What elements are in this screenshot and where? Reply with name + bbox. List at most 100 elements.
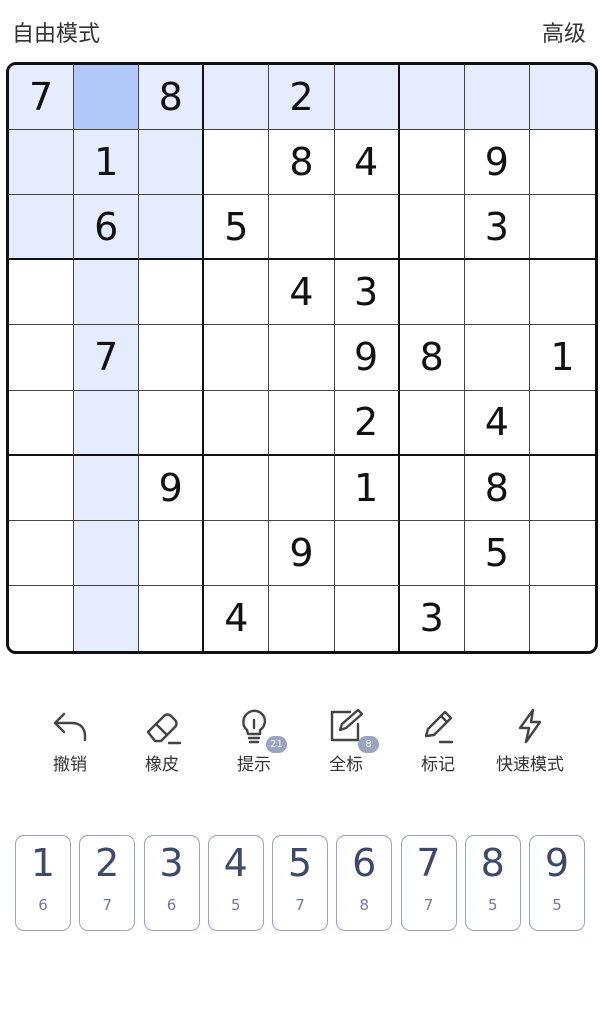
sudoku-cell-r9c5[interactable]	[269, 585, 335, 651]
sudoku-cell-r8c2[interactable]	[74, 520, 140, 586]
difficulty-label[interactable]: 高级	[542, 16, 586, 48]
sudoku-cell-r8c7[interactable]	[399, 520, 465, 586]
sudoku-cell-r6c6[interactable]: 2	[334, 390, 400, 456]
sudoku-cell-r5c8[interactable]	[464, 325, 530, 391]
sudoku-cell-r9c6[interactable]	[334, 585, 400, 651]
sudoku-cell-r6c9[interactable]	[529, 390, 595, 456]
sudoku-cell-r4c3[interactable]	[139, 260, 205, 326]
sudoku-cell-r4c2[interactable]	[74, 260, 140, 326]
sudoku-cell-r6c2[interactable]	[74, 390, 140, 456]
sudoku-cell-r8c4[interactable]	[204, 520, 270, 586]
sudoku-cell-r5c9[interactable]: 1	[529, 325, 595, 391]
sudoku-cell-r4c6[interactable]: 3	[334, 260, 400, 326]
sudoku-cell-r4c1[interactable]	[9, 260, 75, 326]
sudoku-cell-r6c1[interactable]	[9, 390, 75, 456]
sudoku-cell-r8c9[interactable]	[529, 520, 595, 586]
sudoku-cell-r3c5[interactable]	[269, 195, 335, 261]
sudoku-cell-r7c3[interactable]: 9	[139, 455, 205, 521]
sudoku-cell-r7c2[interactable]	[74, 455, 140, 521]
sudoku-cell-r5c1[interactable]	[9, 325, 75, 391]
sudoku-cell-r3c6[interactable]	[334, 195, 400, 261]
sudoku-cell-r7c1[interactable]	[9, 455, 75, 521]
sudoku-cell-r1c6[interactable]	[334, 65, 400, 131]
sudoku-cell-r6c3[interactable]	[139, 390, 205, 456]
sudoku-cell-r9c3[interactable]	[139, 585, 205, 651]
sudoku-cell-r7c6[interactable]: 1	[334, 455, 400, 521]
sudoku-cell-r2c4[interactable]	[204, 130, 270, 196]
sudoku-cell-r6c7[interactable]	[399, 390, 465, 456]
fast-mode-button[interactable]: 快速模式	[484, 706, 576, 786]
mode-label[interactable]: 自由模式	[12, 16, 100, 48]
sudoku-cell-r9c8[interactable]	[464, 585, 530, 651]
sudoku-cell-r1c4[interactable]	[204, 65, 270, 131]
sudoku-cell-r3c7[interactable]	[399, 195, 465, 261]
sudoku-cell-r7c8[interactable]: 8	[464, 455, 530, 521]
sudoku-cell-r7c4[interactable]	[204, 455, 270, 521]
sudoku-cell-r3c1[interactable]	[9, 195, 75, 261]
sudoku-cell-r5c4[interactable]	[204, 325, 270, 391]
sudoku-cell-r2c3[interactable]	[139, 130, 205, 196]
sudoku-cell-r3c4[interactable]: 5	[204, 195, 270, 261]
number-key-4[interactable]: 45	[207, 835, 264, 931]
eraser-button[interactable]: 橡皮	[116, 706, 208, 786]
sudoku-cell-r4c9[interactable]	[529, 260, 595, 326]
sudoku-cell-r4c5[interactable]: 4	[269, 260, 335, 326]
sudoku-cell-r2c9[interactable]	[529, 130, 595, 196]
number-key-6[interactable]: 68	[336, 835, 393, 931]
sudoku-cell-r1c9[interactable]	[529, 65, 595, 131]
sudoku-cell-r4c4[interactable]	[204, 260, 270, 326]
sudoku-cell-r9c9[interactable]	[529, 585, 595, 651]
sudoku-cell-r1c3[interactable]: 8	[139, 65, 205, 131]
sudoku-cell-r2c6[interactable]: 4	[334, 130, 400, 196]
sudoku-cell-r4c8[interactable]	[464, 260, 530, 326]
sudoku-cell-r5c7[interactable]: 8	[399, 325, 465, 391]
number-key-3[interactable]: 36	[143, 835, 200, 931]
number-key-8[interactable]: 85	[464, 835, 521, 931]
sudoku-cell-r7c9[interactable]	[529, 455, 595, 521]
sudoku-cell-r5c5[interactable]	[269, 325, 335, 391]
sudoku-cell-r5c6[interactable]: 9	[334, 325, 400, 391]
sudoku-cell-r8c1[interactable]	[9, 520, 75, 586]
sudoku-cell-r6c8[interactable]: 4	[464, 390, 530, 456]
sudoku-cell-r4c7[interactable]	[399, 260, 465, 326]
sudoku-cell-r2c2[interactable]: 1	[74, 130, 140, 196]
sudoku-cell-r3c8[interactable]: 3	[464, 195, 530, 261]
sudoku-cell-r3c2[interactable]: 6	[74, 195, 140, 261]
hint-button[interactable]: 21 提示	[208, 706, 300, 786]
number-key-5[interactable]: 57	[272, 835, 328, 931]
mark-all-button[interactable]: 8 全标	[300, 706, 392, 786]
sudoku-cell-r8c5[interactable]: 9	[269, 520, 335, 586]
undo-button[interactable]: 撤销	[24, 706, 116, 786]
sudoku-cell-r9c2[interactable]	[74, 585, 140, 651]
number-key-9[interactable]: 95	[529, 835, 585, 931]
sudoku-cell-r1c5[interactable]: 2	[269, 65, 335, 131]
sudoku-cell-r8c8[interactable]: 5	[464, 520, 530, 586]
sudoku-cell-r8c6[interactable]	[334, 520, 400, 586]
sudoku-cell-r5c2[interactable]: 7	[74, 325, 140, 391]
sudoku-cell-r2c5[interactable]: 8	[269, 130, 335, 196]
sudoku-cell-r2c1[interactable]	[9, 130, 75, 196]
sudoku-cell-r2c8[interactable]: 9	[464, 130, 530, 196]
key-number: 3	[159, 841, 184, 885]
sudoku-cell-r1c2[interactable]	[74, 65, 140, 131]
sudoku-cell-r2c7[interactable]	[399, 130, 465, 196]
number-key-1[interactable]: 16	[15, 835, 71, 931]
sudoku-cell-r3c9[interactable]	[529, 195, 595, 261]
key-number: 1	[30, 841, 56, 885]
sudoku-cell-r7c7[interactable]	[399, 455, 465, 521]
sudoku-cell-r9c1[interactable]	[9, 585, 75, 651]
sudoku-cell-r6c4[interactable]	[204, 390, 270, 456]
sudoku-cell-r5c3[interactable]	[139, 325, 205, 391]
notes-button[interactable]: 标记	[392, 706, 484, 786]
sudoku-cell-r8c3[interactable]	[139, 520, 205, 586]
sudoku-cell-r1c1[interactable]: 7	[9, 65, 75, 131]
sudoku-cell-r1c7[interactable]	[399, 65, 465, 131]
sudoku-cell-r7c5[interactable]	[269, 455, 335, 521]
sudoku-cell-r9c7[interactable]: 3	[399, 585, 465, 651]
sudoku-cell-r9c4[interactable]: 4	[204, 585, 270, 651]
number-key-7[interactable]: 77	[400, 835, 457, 931]
sudoku-cell-r6c5[interactable]	[269, 390, 335, 456]
sudoku-cell-r1c8[interactable]	[464, 65, 530, 131]
number-key-2[interactable]: 27	[79, 835, 136, 931]
sudoku-cell-r3c3[interactable]	[139, 195, 205, 261]
